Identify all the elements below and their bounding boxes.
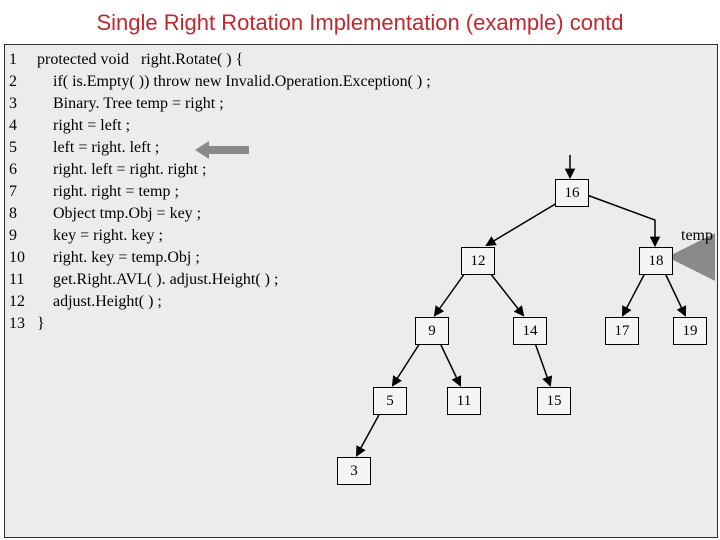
code-line: 3 Binary. Tree temp = right ; bbox=[9, 93, 431, 115]
code-text: right. right = temp ; bbox=[37, 181, 179, 203]
line-number: 1 bbox=[9, 49, 37, 71]
code-line: 4 right = left ; bbox=[9, 115, 431, 137]
code-text: left = right. left ; bbox=[37, 137, 159, 159]
code-line: 1protected void right.Rotate( ) { bbox=[9, 49, 431, 71]
tree-node-14: 14 bbox=[513, 317, 547, 345]
current-line-arrow-icon bbox=[195, 143, 255, 157]
line-number: 12 bbox=[9, 291, 37, 313]
tree-diagram: 16 12 18 9 14 17 19 5 11 15 3 temp bbox=[335, 155, 715, 515]
tree-node-16: 16 bbox=[555, 179, 589, 207]
code-text: if( is.Empty( )) throw new Invalid.Opera… bbox=[37, 71, 431, 93]
tree-node-11: 11 bbox=[447, 387, 481, 415]
line-number: 6 bbox=[9, 159, 37, 181]
code-text: right. left = right. right ; bbox=[37, 159, 206, 181]
code-text: adjust.Height( ) ; bbox=[37, 291, 162, 313]
tree-node-12: 12 bbox=[461, 247, 495, 275]
line-number: 13 bbox=[9, 313, 37, 335]
code-text: get.Right.AVL( ). adjust.Height( ) ; bbox=[37, 269, 278, 291]
code-text: key = right. key ; bbox=[37, 225, 163, 247]
tree-node-9: 9 bbox=[415, 317, 449, 345]
tree-node-19: 19 bbox=[673, 317, 707, 345]
tree-node-17: 17 bbox=[605, 317, 639, 345]
line-number: 2 bbox=[9, 71, 37, 93]
code-text: protected void right.Rotate( ) { bbox=[37, 49, 243, 71]
line-number: 9 bbox=[9, 225, 37, 247]
tree-node-5: 5 bbox=[373, 387, 407, 415]
line-number: 11 bbox=[9, 269, 37, 291]
code-text: Object tmp.Obj = key ; bbox=[37, 203, 201, 225]
slide-title: Single Right Rotation Implementation (ex… bbox=[0, 0, 720, 42]
code-text: right. key = temp.Obj ; bbox=[37, 247, 200, 269]
line-number: 4 bbox=[9, 115, 37, 137]
line-number: 8 bbox=[9, 203, 37, 225]
code-line: 2 if( is.Empty( )) throw new Invalid.Ope… bbox=[9, 71, 431, 93]
line-number: 10 bbox=[9, 247, 37, 269]
temp-pointer-label: temp bbox=[681, 227, 713, 245]
tree-node-15: 15 bbox=[537, 387, 571, 415]
slide: Single Right Rotation Implementation (ex… bbox=[0, 0, 720, 540]
code-text: } bbox=[37, 313, 45, 335]
tree-node-3: 3 bbox=[337, 457, 371, 485]
line-number: 5 bbox=[9, 137, 37, 159]
content-panel: 1protected void right.Rotate( ) { 2 if( … bbox=[4, 44, 718, 538]
code-text: Binary. Tree temp = right ; bbox=[37, 93, 224, 115]
line-number: 7 bbox=[9, 181, 37, 203]
line-number: 3 bbox=[9, 93, 37, 115]
code-text: right = left ; bbox=[37, 115, 130, 137]
tree-node-18: 18 bbox=[639, 247, 673, 275]
